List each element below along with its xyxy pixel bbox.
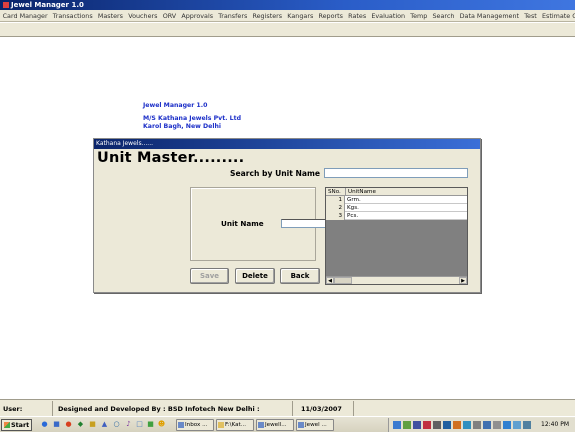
tray-mail-icon[interactable] <box>423 421 431 429</box>
unit-master-dialog: Kathana Jewels...... Unit Master........… <box>93 138 481 293</box>
taskbar-clock[interactable]: 12:40 PM <box>541 418 569 432</box>
back-button[interactable]: Back <box>280 268 320 284</box>
menu-vouchers[interactable]: Vouchers <box>126 12 160 20</box>
column-header-unitname[interactable]: UnitName <box>346 188 467 196</box>
tray-app-icon[interactable] <box>513 421 521 429</box>
menu-test[interactable]: Test <box>522 12 540 20</box>
tray-app-icon[interactable] <box>523 421 531 429</box>
cell-unitname: Pcs. <box>347 213 359 219</box>
tray-app-icon[interactable] <box>473 421 481 429</box>
task-button-inbox[interactable]: Inbox ... <box>176 419 214 431</box>
app-icon <box>3 2 9 8</box>
unit-name-label: Unit Name <box>221 219 264 228</box>
app-title-bar: Jewel Manager 1.0 <box>0 0 575 10</box>
quicklaunch-folder-icon[interactable]: ■ <box>88 420 97 429</box>
menu-reports[interactable]: Reports <box>316 12 346 20</box>
taskbar: Start ● ■ ● ◆ ■ ▲ ○ ♪ □ ■ ☻ Inbox ... F:… <box>0 416 575 432</box>
cell-sno: 1 <box>326 196 345 204</box>
app-window-icon <box>258 422 264 428</box>
status-designer: Designed and Developed By : BSD Infotech… <box>55 401 293 429</box>
task-label: Inbox ... <box>185 422 208 428</box>
tray-app-icon[interactable] <box>403 421 411 429</box>
banner-address: Karol Bagh, New Delhi <box>143 123 222 130</box>
tray-app-icon[interactable] <box>483 421 491 429</box>
scroll-right-icon[interactable]: ▶ <box>459 277 467 284</box>
quicklaunch-media-icon[interactable]: ● <box>64 420 73 429</box>
tray-app-icon[interactable] <box>463 421 471 429</box>
tray-volume-icon[interactable] <box>493 421 501 429</box>
menu-registers[interactable]: Registers <box>250 12 285 20</box>
quicklaunch-explorer-icon[interactable]: ▲ <box>100 420 109 429</box>
quicklaunch-messenger-icon[interactable]: ■ <box>146 420 155 429</box>
cell-sno: 2 <box>326 204 345 212</box>
menu-estimate-calculator[interactable]: Estimate Calculator <box>539 12 575 20</box>
toolbar <box>0 23 575 37</box>
banner-company-name: M/S Kathana Jewels Pvt. Ltd <box>143 115 241 122</box>
menu-transactions[interactable]: Transactions <box>50 12 95 20</box>
tray-network-icon[interactable] <box>393 421 401 429</box>
grid-header: SNo. UnitName <box>326 188 467 196</box>
page-title: Unit Master......... <box>97 150 245 166</box>
menu-rates[interactable]: Rates <box>346 12 369 20</box>
horizontal-scrollbar[interactable]: ◀ ▶ <box>326 276 467 284</box>
quicklaunch-search-icon[interactable]: ○ <box>112 420 121 429</box>
menu-bar: Card Manager Transactions Masters Vouchers O… <box>0 10 575 22</box>
start-button[interactable]: Start <box>1 419 32 431</box>
menu-orv[interactable]: ORV <box>160 12 179 20</box>
app-title: Jewel Manager 1.0 <box>11 1 84 9</box>
column-header-sno[interactable]: SNo. <box>326 188 346 196</box>
start-label: Start <box>11 421 30 429</box>
tray-app-icon[interactable] <box>453 421 461 429</box>
table-row[interactable]: 2 Kgs. <box>326 204 467 212</box>
task-label: F:\Kat... <box>225 422 247 428</box>
task-button-jewell[interactable]: Jewell... <box>256 419 294 431</box>
units-grid[interactable]: SNo. UnitName 1 Grm. 2 Kgs. 3 Pcs. ◀ ▶ <box>325 187 468 285</box>
menu-approvals[interactable]: Approvals <box>179 12 216 20</box>
banner-app-name: Jewel Manager 1.0 <box>143 102 208 109</box>
folder-icon <box>218 422 224 428</box>
search-label: Search by Unit Name <box>230 169 321 178</box>
search-input[interactable] <box>324 168 468 178</box>
table-row[interactable]: 3 Pcs. <box>326 212 467 220</box>
status-date: 11/03/2007 <box>298 401 354 416</box>
status-user: User: <box>0 401 53 416</box>
table-row[interactable]: 1 Grm. <box>326 196 467 204</box>
system-tray: 12:40 PM <box>388 418 575 432</box>
quicklaunch-desktop-icon[interactable]: ■ <box>52 420 61 429</box>
menu-masters[interactable]: Masters <box>95 12 125 20</box>
tray-app-icon[interactable] <box>443 421 451 429</box>
outlook-icon <box>178 422 184 428</box>
task-label: Jewel ... <box>305 422 327 428</box>
scroll-thumb[interactable] <box>334 277 352 284</box>
menu-data-management[interactable]: Data Management <box>457 12 522 20</box>
quicklaunch-window-icon[interactable]: □ <box>135 420 144 429</box>
cell-sno: 3 <box>326 212 345 220</box>
cell-unitname: Kgs. <box>347 205 359 211</box>
windows-logo-icon <box>4 422 10 428</box>
quicklaunch-app-icon[interactable]: ◆ <box>76 420 85 429</box>
tray-app-icon[interactable] <box>413 421 421 429</box>
cell-unitname: Grm. <box>347 197 361 203</box>
quicklaunch-smiley-icon[interactable]: ☻ <box>157 420 166 429</box>
menu-kangars[interactable]: Kangars <box>285 12 316 20</box>
menu-temp[interactable]: Temp <box>408 12 430 20</box>
menu-evaluation[interactable]: Evaluation <box>369 12 408 20</box>
quicklaunch-music-icon[interactable]: ♪ <box>124 420 133 429</box>
tray-app-icon[interactable] <box>503 421 511 429</box>
status-bar: User: Designed and Developed By : BSD In… <box>0 399 575 429</box>
app-window-icon <box>298 422 304 428</box>
task-button-folder[interactable]: F:\Kat... <box>216 419 254 431</box>
menu-transfers[interactable]: Transfers <box>216 12 250 20</box>
task-label: Jewell... <box>265 422 287 428</box>
quicklaunch-ie-icon[interactable]: ● <box>40 420 49 429</box>
menu-search[interactable]: Search <box>430 12 457 20</box>
scroll-left-icon[interactable]: ◀ <box>326 277 334 284</box>
menu-card-manager[interactable]: Card Manager <box>0 12 50 20</box>
unit-form-panel: Unit Name <box>190 187 383 261</box>
delete-button[interactable]: Delete <box>235 268 275 284</box>
save-button[interactable]: Save <box>190 268 229 284</box>
task-button-jewel[interactable]: Jewel ... <box>296 419 334 431</box>
tray-app-icon[interactable] <box>433 421 441 429</box>
dialog-title-bar: Kathana Jewels...... <box>94 139 480 149</box>
